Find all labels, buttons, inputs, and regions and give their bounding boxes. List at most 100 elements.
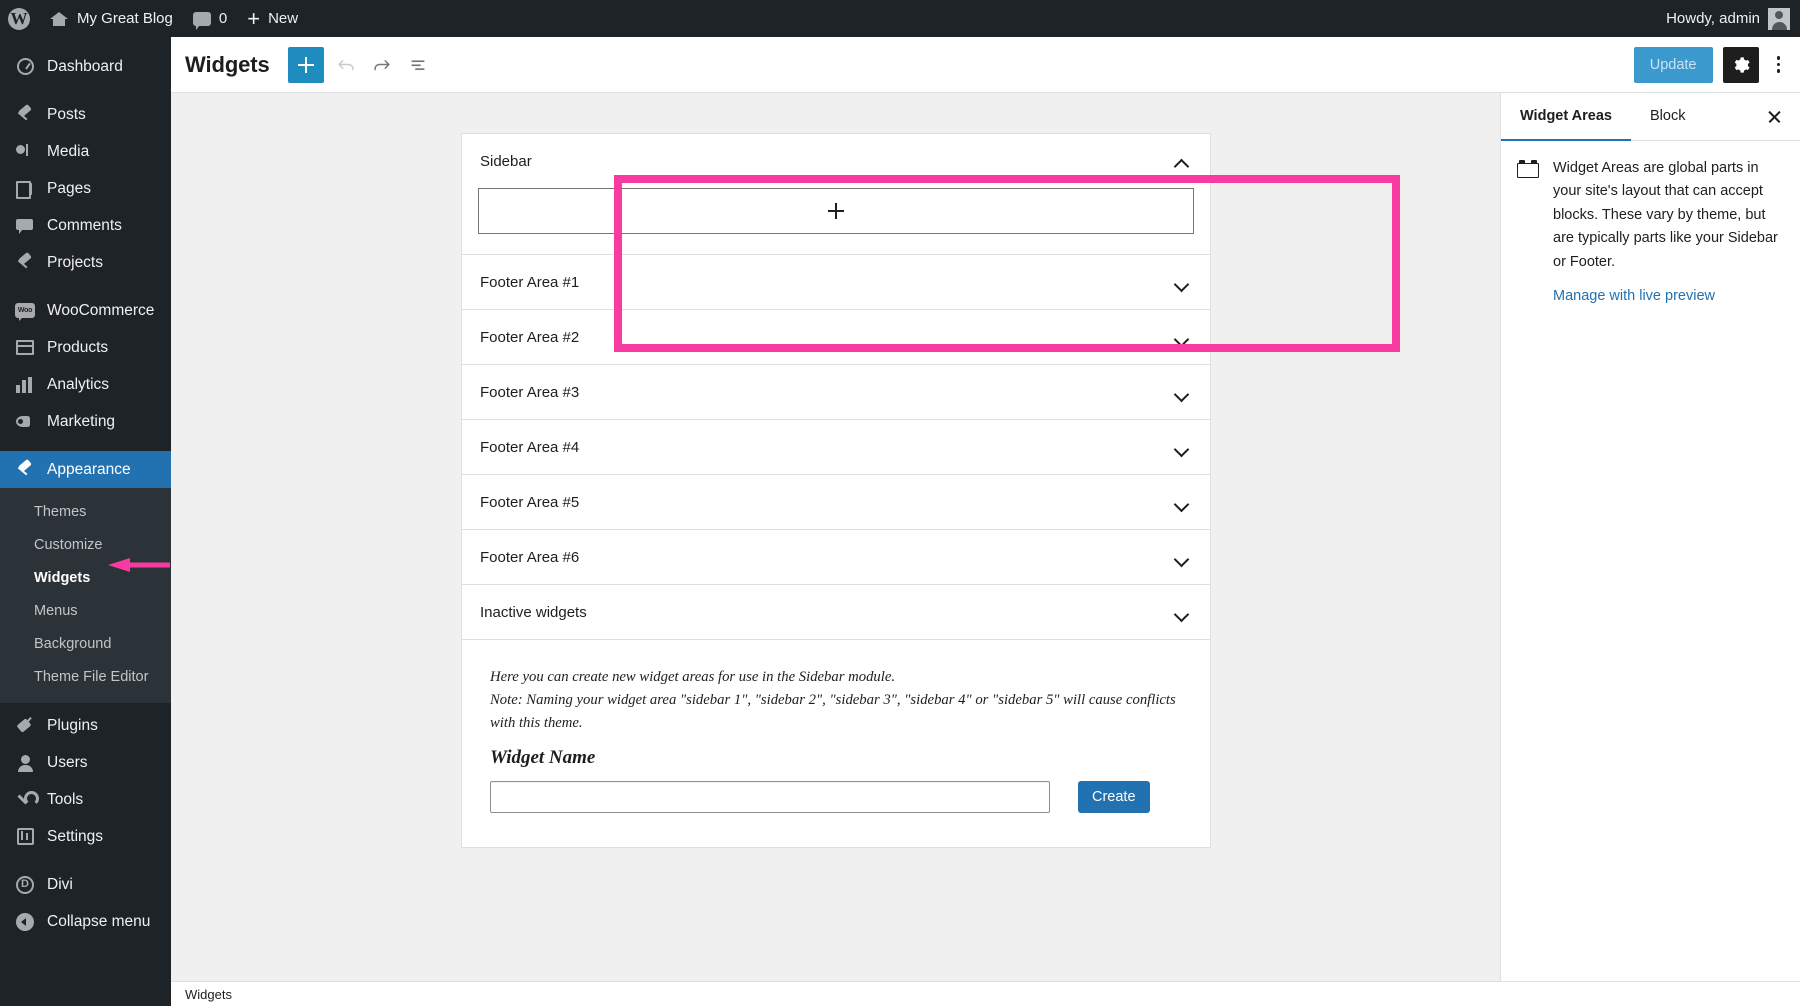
sidebar-item-label: Products: [47, 339, 108, 357]
site-name-label: My Great Blog: [77, 10, 173, 27]
sidebar-item-media[interactable]: Media: [0, 133, 171, 170]
sidebar-item-products[interactable]: Products: [0, 329, 171, 366]
widget-area-header[interactable]: Footer Area #5: [462, 475, 1210, 529]
collapse-menu-button[interactable]: Collapse menu: [0, 903, 171, 940]
collapse-menu-label: Collapse menu: [47, 913, 150, 931]
chevron-down-icon[interactable]: [1175, 496, 1188, 509]
inspector-tabs: Widget Areas Block: [1501, 93, 1800, 141]
settings-button[interactable]: [1723, 47, 1759, 83]
more-options-button[interactable]: [1769, 56, 1789, 73]
sidebar-item-label: Projects: [47, 254, 103, 272]
widget-area-title: Footer Area #2: [480, 329, 579, 346]
redo-button[interactable]: [364, 47, 400, 83]
editor-header: Widgets Update: [171, 37, 1800, 93]
sidebar-item-comments[interactable]: Comments: [0, 207, 171, 244]
sidebar-item-label: Dashboard: [47, 58, 123, 76]
list-view-icon: [407, 54, 429, 76]
list-view-button[interactable]: [400, 47, 436, 83]
editor-header-actions: Update: [1634, 47, 1788, 83]
menu-separator: [0, 85, 171, 96]
chevron-down-icon[interactable]: [1175, 386, 1188, 399]
home-icon: [49, 9, 69, 29]
create-button[interactable]: Create: [1078, 781, 1150, 813]
sidebar-item-pages[interactable]: Pages: [0, 170, 171, 207]
wordpress-logo-menu[interactable]: W: [0, 0, 39, 37]
my-account-menu[interactable]: Howdy, admin: [1656, 0, 1800, 37]
widget-area-header[interactable]: Sidebar: [462, 134, 1210, 188]
manage-with-live-preview-link[interactable]: Manage with live preview: [1553, 288, 1715, 304]
page-title: Widgets: [185, 52, 270, 78]
sidebar-item-label: Tools: [47, 791, 83, 809]
chevron-down-icon[interactable]: [1175, 331, 1188, 344]
submenu-item-menus[interactable]: Menus: [0, 595, 171, 628]
sidebar-item-appearance[interactable]: Appearance: [0, 451, 171, 488]
sidebar-item-divi[interactable]: D Divi: [0, 866, 171, 903]
sidebar-item-label: Appearance: [47, 461, 131, 479]
sidebar-item-tools[interactable]: Tools: [0, 781, 171, 818]
tab-widget-areas[interactable]: Widget Areas: [1501, 93, 1631, 141]
editor-footer-bar: Widgets: [171, 981, 1800, 1006]
sidebar-item-marketing[interactable]: Marketing: [0, 403, 171, 440]
media-icon: [14, 143, 36, 161]
sidebar-item-users[interactable]: Users: [0, 744, 171, 781]
widget-area-header[interactable]: Footer Area #2: [462, 310, 1210, 364]
sidebar-item-dashboard[interactable]: Dashboard: [0, 48, 171, 85]
comments-bubble-link[interactable]: 0: [183, 0, 237, 37]
pin-icon: [14, 106, 36, 124]
create-widget-area-panel: Here you can create new widget areas for…: [461, 639, 1211, 848]
inspector-content: Widget Areas are global parts in your si…: [1553, 157, 1782, 305]
create-area-note-1: Here you can create new widget areas for…: [490, 666, 1180, 689]
sidebar-item-posts[interactable]: Posts: [0, 96, 171, 133]
widget-area-footer-5: Footer Area #5: [461, 474, 1211, 530]
chevron-up-icon[interactable]: [1175, 155, 1188, 168]
plus-icon: [297, 56, 315, 74]
plus-icon: [828, 203, 844, 219]
submenu-item-themes[interactable]: Themes: [0, 496, 171, 529]
submenu-item-background[interactable]: Background: [0, 628, 171, 661]
widget-area-header[interactable]: Inactive widgets: [462, 585, 1210, 639]
menu-separator: [0, 855, 171, 866]
widget-name-input[interactable]: [490, 781, 1050, 813]
sidebar-item-woocommerce[interactable]: Woo WooCommerce: [0, 292, 171, 329]
sidebar-item-projects[interactable]: Projects: [0, 244, 171, 281]
chevron-down-icon[interactable]: [1175, 441, 1188, 454]
menu-separator: [0, 281, 171, 292]
pin-icon: [14, 254, 36, 272]
widget-area-header[interactable]: Footer Area #4: [462, 420, 1210, 474]
chevron-down-icon[interactable]: [1175, 276, 1188, 289]
user-icon: [14, 754, 36, 772]
sidebar-item-label: Analytics: [47, 376, 109, 394]
undo-button[interactable]: [328, 47, 364, 83]
chevron-down-icon[interactable]: [1175, 551, 1188, 564]
block-appender-button[interactable]: [478, 188, 1194, 234]
widget-area-header[interactable]: Footer Area #6: [462, 530, 1210, 584]
woocommerce-icon: Woo: [14, 303, 36, 318]
update-button[interactable]: Update: [1634, 47, 1713, 83]
plus-icon: +: [247, 8, 260, 30]
admin-sidebar-menu: Dashboard Posts Media Pages Comments Pro…: [0, 37, 171, 1006]
editor-canvas: Sidebar Footer Area #1: [171, 93, 1500, 1006]
widget-area-footer-2: Footer Area #2: [461, 309, 1211, 365]
widget-area-header[interactable]: Footer Area #3: [462, 365, 1210, 419]
sidebar-item-label: Divi: [47, 876, 73, 894]
sidebar-item-label: Marketing: [47, 413, 115, 431]
chevron-down-icon[interactable]: [1175, 606, 1188, 619]
admin-bar-right: Howdy, admin: [1656, 0, 1800, 37]
bar-chart-icon: [14, 377, 36, 393]
sidebar-item-plugins[interactable]: Plugins: [0, 707, 171, 744]
sidebar-item-settings[interactable]: Settings: [0, 818, 171, 855]
add-block-button[interactable]: [288, 47, 324, 83]
widget-area-header[interactable]: Footer Area #1: [462, 255, 1210, 309]
tab-block[interactable]: Block: [1631, 93, 1704, 141]
close-inspector-button[interactable]: [1752, 93, 1796, 140]
sidebar-item-analytics[interactable]: Analytics: [0, 366, 171, 403]
inspector-description: Widget Areas are global parts in your si…: [1553, 157, 1782, 274]
site-name-menu[interactable]: My Great Blog: [39, 0, 183, 37]
submenu-item-theme-file-editor[interactable]: Theme File Editor: [0, 661, 171, 694]
divi-icon: D: [14, 876, 36, 894]
redo-icon: [371, 54, 393, 76]
plugin-icon: [14, 717, 36, 735]
new-content-menu[interactable]: + New: [237, 0, 308, 37]
gear-icon: [1731, 55, 1751, 75]
widget-area-title: Footer Area #3: [480, 384, 579, 401]
